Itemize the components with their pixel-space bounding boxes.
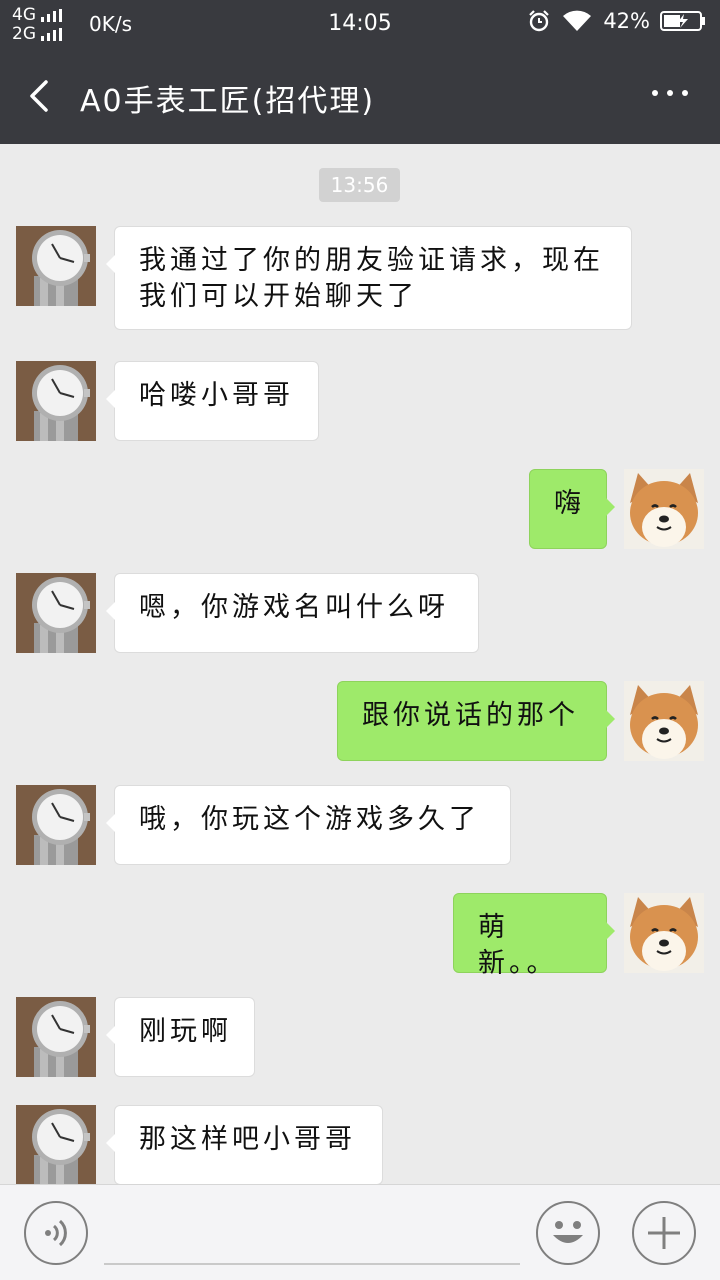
battery-percent: 42% (603, 9, 650, 33)
alarm-icon (529, 10, 550, 32)
contact-avatar[interactable] (16, 785, 96, 865)
shiba-dog-icon (624, 469, 704, 549)
contact-avatar[interactable] (16, 1105, 96, 1185)
chat-input-bar (0, 1184, 720, 1280)
battery-charging-icon (660, 11, 705, 31)
user-avatar[interactable] (624, 681, 704, 761)
watch-icon (16, 997, 96, 1077)
contact-avatar[interactable] (16, 361, 96, 441)
more-options-icon[interactable] (652, 90, 688, 96)
message-text: 嗨 (554, 488, 585, 519)
message-text: 那这样吧小哥哥 (139, 1124, 356, 1155)
message-text: 嗯，你游戏名叫什么呀 (139, 592, 449, 623)
watch-icon (16, 573, 96, 653)
shiba-dog-icon (624, 681, 704, 761)
incoming-message-bubble[interactable]: 刚玩啊 (106, 997, 255, 1077)
incoming-message-bubble[interactable]: 哦，你玩这个游戏多久了 (106, 785, 511, 865)
plus-icon (648, 1217, 680, 1249)
outgoing-message-bubble[interactable]: 嗨 (529, 469, 615, 549)
more-functions-button[interactable] (632, 1201, 696, 1265)
voice-icon (45, 1219, 67, 1247)
status-bar: 4G 2G 0K/s 14:05 42% (0, 0, 720, 48)
outgoing-message-bubble[interactable]: 跟你说话的那个 (337, 681, 615, 761)
outgoing-message-bubble[interactable]: 萌新。。 (453, 893, 615, 979)
chat-title: A0手表工匠(招代理) (80, 84, 376, 119)
watch-icon (16, 226, 96, 306)
wifi-icon (563, 10, 592, 31)
emoji-button[interactable] (536, 1201, 600, 1265)
incoming-message-bubble[interactable]: 那这样吧小哥哥 (106, 1105, 383, 1185)
message-text: 刚玩啊 (139, 1016, 232, 1047)
contact-avatar[interactable] (16, 573, 96, 653)
message-text: 萌新。。 (478, 912, 558, 979)
incoming-message-bubble[interactable]: 嗯，你游戏名叫什么呀 (106, 573, 479, 653)
message-text: 跟你说话的那个 (362, 700, 579, 731)
contact-avatar[interactable] (16, 997, 96, 1077)
user-avatar[interactable] (624, 893, 704, 973)
message-text: 我通过了你的朋友验证请求，现在我们可以开始聊天了 (139, 245, 604, 312)
contact-avatar[interactable] (16, 226, 96, 306)
watch-icon (16, 1105, 96, 1185)
message-text: 哈喽小哥哥 (139, 380, 294, 411)
incoming-message-bubble[interactable]: 哈喽小哥哥 (106, 361, 319, 441)
message-input[interactable] (104, 1263, 520, 1265)
watch-icon (16, 785, 96, 865)
back-arrow-icon[interactable] (18, 74, 62, 118)
watch-icon (16, 361, 96, 441)
emoji-icon (553, 1221, 583, 1243)
voice-button[interactable] (24, 1201, 88, 1265)
message-text: 哦，你玩这个游戏多久了 (139, 804, 480, 835)
incoming-message-bubble[interactable]: 我通过了你的朋友验证请求，现在我们可以开始聊天了 (106, 226, 632, 330)
chat-header: A0手表工匠(招代理) (0, 48, 720, 144)
shiba-dog-icon (624, 893, 704, 973)
message-timestamp: 13:56 (319, 168, 400, 202)
user-avatar[interactable] (624, 469, 704, 549)
